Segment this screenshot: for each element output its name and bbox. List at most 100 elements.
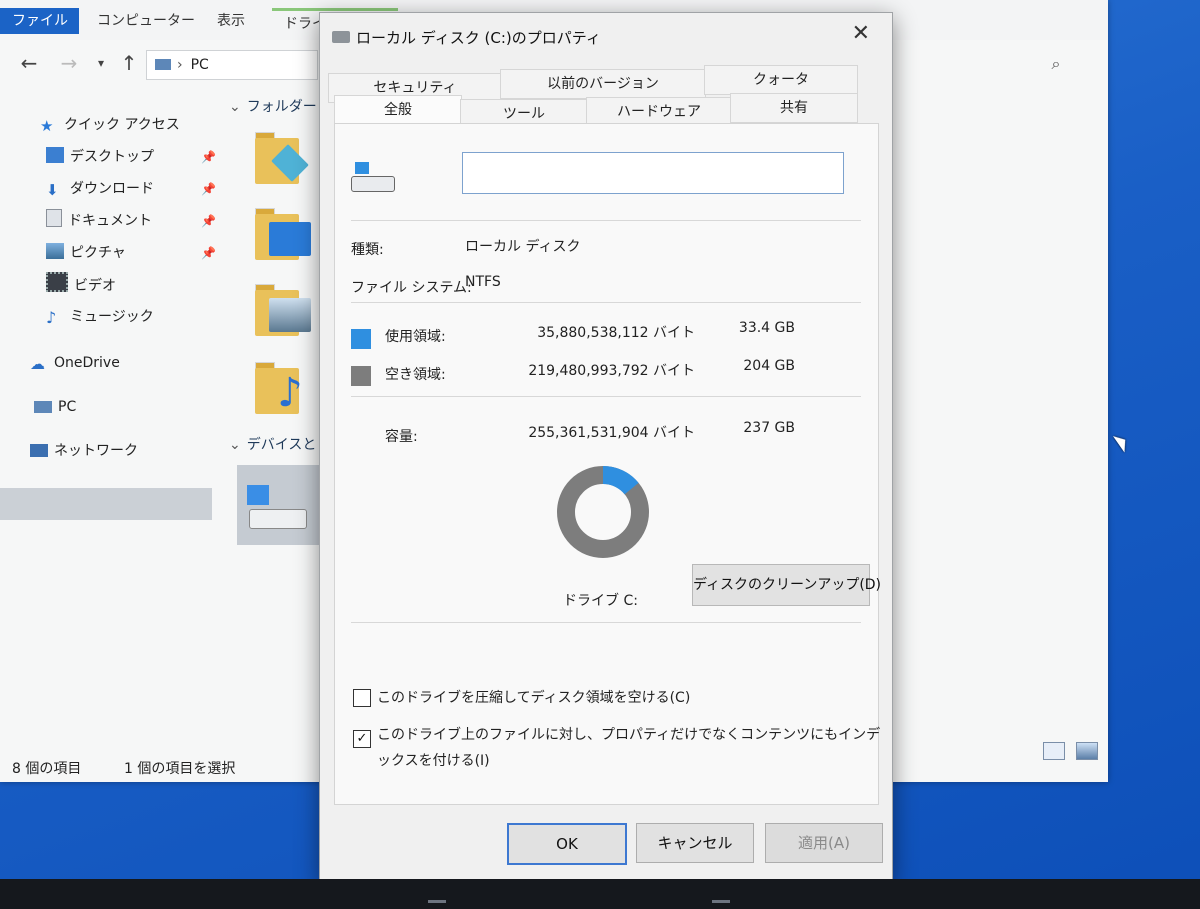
sidebar-item-label: ピクチャ <box>70 245 126 261</box>
sidebar-item-label: ビデオ <box>74 278 116 294</box>
status-selection: 1 個の項目を選択 <box>124 761 236 777</box>
pin-icon[interactable]: 📌 <box>201 240 216 266</box>
type-label: 種類: <box>351 242 384 258</box>
music-icon: ♪ <box>46 308 57 327</box>
tab-quota[interactable]: クォータ <box>704 65 858 95</box>
picture-icon <box>269 298 311 332</box>
taskbar <box>0 879 1200 909</box>
disk-usage-donut <box>557 466 649 558</box>
picture-icon <box>46 243 64 259</box>
folder-music[interactable]: ♪ <box>255 362 311 416</box>
disk-cleanup-button[interactable]: ディスクのクリーンアップ(D) <box>692 564 881 606</box>
sidebar-item-downloads[interactable]: ⬇ ダウンロード 📌 <box>46 176 216 202</box>
ribbon-tab-computer[interactable]: コンピューター <box>85 8 207 34</box>
sidebar-item-label: PC <box>58 399 77 415</box>
sidebar-item-network[interactable]: ネットワーク <box>30 438 138 464</box>
group-header-folders[interactable]: ⌄ フォルダー ( <box>229 96 327 116</box>
drive-icon <box>249 509 307 529</box>
filesystem-value: NTFS <box>465 274 501 290</box>
capacity-bytes: 255,361,531,904 バイト <box>528 425 695 441</box>
sidebar-item-label: ネットワーク <box>54 443 138 459</box>
windows-logo-icon <box>247 485 269 505</box>
group-header-label: フォルダー ( <box>246 99 327 115</box>
type-value: ローカル ディスク <box>465 239 581 255</box>
pin-icon[interactable]: 📌 <box>201 144 216 170</box>
video-icon <box>46 272 68 292</box>
ribbon-tab-file[interactable]: ファイル <box>0 8 79 34</box>
drive-label: ドライブ C: <box>563 593 638 609</box>
document-icon <box>46 209 62 227</box>
sidebar-item-label: ミュージック <box>70 309 154 325</box>
ribbon-tab-view[interactable]: 表示 <box>205 8 257 34</box>
sidebar-item-label: ダウンロード <box>70 181 154 197</box>
search-icon[interactable]: ⌕ <box>1046 54 1066 74</box>
pin-icon[interactable]: 📌 <box>201 208 216 234</box>
sidebar-item-pictures[interactable]: ピクチャ 📌 <box>46 240 216 266</box>
pin-icon[interactable]: 📌 <box>201 176 216 202</box>
free-space-gb: 204 GB <box>743 358 795 374</box>
close-icon[interactable]: ✕ <box>852 21 870 46</box>
apply-button[interactable]: 適用(A) <box>765 823 883 863</box>
cancel-button[interactable]: キャンセル <box>636 823 754 863</box>
sidebar-item-documents[interactable]: ドキュメント 📌 <box>46 208 216 234</box>
sidebar-item-onedrive[interactable]: ☁ OneDrive <box>30 350 120 376</box>
used-space-bytes: 35,880,538,112 バイト <box>537 325 695 341</box>
sidebar-item-pc[interactable]: PC <box>34 394 76 420</box>
divider <box>351 220 861 221</box>
divider <box>351 622 861 623</box>
address-box[interactable]: › PC <box>146 50 318 80</box>
capacity-label: 容量: <box>385 429 418 445</box>
free-space-swatch <box>351 366 371 386</box>
dialog-title: ローカル ディスク (C:)のプロパティ <box>356 29 601 47</box>
sidebar-selection-highlight <box>0 488 212 520</box>
sidebar-item-desktop[interactable]: デスクトップ 📌 <box>46 144 216 170</box>
sidebar-item-quick-access[interactable]: ★ クイック アクセス <box>40 112 180 138</box>
group-header-label: デバイスとド <box>246 437 331 453</box>
tab-previous-versions[interactable]: 以前のバージョン <box>500 69 706 99</box>
folder-pictures[interactable] <box>255 284 311 338</box>
divider <box>351 302 861 303</box>
tab-sharing[interactable]: 共有 <box>730 93 858 123</box>
compress-label: このドライブを圧縮してディスク領域を空ける(C) <box>377 690 691 706</box>
cloud-icon: ☁ <box>30 355 45 373</box>
pc-icon <box>34 401 52 413</box>
star-icon: ★ <box>40 117 54 135</box>
index-label-line1: このドライブ上のファイルに対し、プロパティだけでなくコンテンツにもインデ <box>377 727 881 743</box>
desktop-icon <box>46 147 64 163</box>
desktop-icon <box>269 222 311 256</box>
pc-icon <box>155 59 171 70</box>
back-arrow-icon[interactable]: ← <box>16 48 42 78</box>
used-space-gb: 33.4 GB <box>738 320 795 336</box>
forward-arrow-icon[interactable]: → <box>56 48 82 78</box>
sidebar-item-label: クイック アクセス <box>64 117 180 133</box>
group-header-devices[interactable]: ⌄ デバイスとド <box>229 434 330 454</box>
free-space-bytes: 219,480,993,792 バイト <box>528 363 695 379</box>
folder-desktop[interactable] <box>255 208 311 262</box>
taskbar-item-indicator[interactable] <box>428 900 446 903</box>
drive-properties-dialog: ローカル ディスク (C:)のプロパティ ✕ セキュリティ 以前のバージョン ク… <box>319 12 893 882</box>
address-path: PC <box>190 57 209 73</box>
drive-icon <box>351 162 397 196</box>
compress-checkbox[interactable] <box>353 689 371 707</box>
windows-logo-icon <box>355 162 369 174</box>
network-icon <box>30 444 48 457</box>
sidebar-item-music[interactable]: ♪ ミュージック <box>46 304 154 330</box>
drive-icon <box>332 31 350 43</box>
index-label-line2: ックスを付ける(I) <box>377 753 490 769</box>
large-icons-view-icon[interactable] <box>1076 742 1098 760</box>
sidebar-item-label: ドキュメント <box>68 213 152 229</box>
taskbar-item-indicator[interactable] <box>712 900 730 903</box>
used-space-swatch <box>351 329 371 349</box>
download-icon: ⬇ <box>46 181 59 199</box>
sidebar-item-videos[interactable]: ビデオ <box>46 272 116 298</box>
volume-name-input[interactable] <box>462 152 844 194</box>
ok-button[interactable]: OK <box>507 823 627 865</box>
folder-3d-objects[interactable] <box>255 132 311 186</box>
up-arrow-icon[interactable]: ↑ <box>116 48 142 78</box>
free-space-label: 空き領域: <box>385 367 446 383</box>
used-space-label: 使用領域: <box>385 329 446 345</box>
details-view-icon[interactable] <box>1043 742 1065 760</box>
recent-dropdown-icon[interactable]: ▾ <box>88 48 114 78</box>
chevron-down-icon: ⌄ <box>229 437 241 453</box>
index-checkbox[interactable]: ✓ <box>353 730 371 748</box>
